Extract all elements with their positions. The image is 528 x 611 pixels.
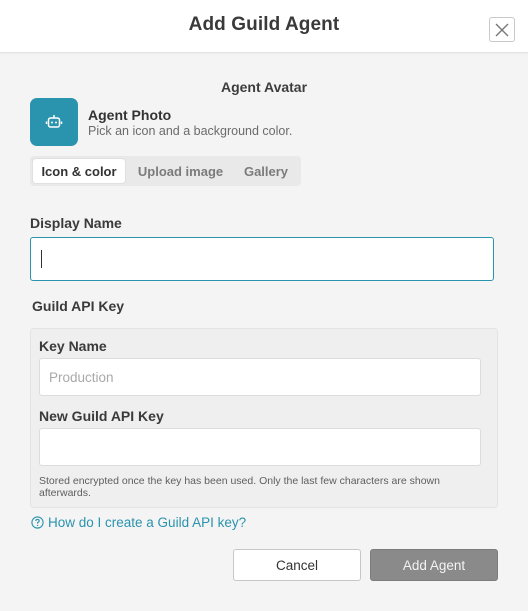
tab-upload-image[interactable]: Upload image xyxy=(131,159,230,183)
cancel-button[interactable]: Cancel xyxy=(233,549,361,581)
display-name-label: Display Name xyxy=(30,215,122,231)
avatar-preview xyxy=(30,98,78,146)
key-storage-note: Stored encrypted once the key has been u… xyxy=(39,475,440,499)
help-link-text: How do I create a Guild API key? xyxy=(48,515,247,530)
key-name-input[interactable] xyxy=(39,358,481,396)
help-link[interactable]: How do I create a Guild API key? xyxy=(31,515,246,530)
new-key-input[interactable] xyxy=(39,428,481,466)
agent-photo-subtitle: Pick an icon and a background color. xyxy=(88,124,293,138)
tab-gallery[interactable]: Gallery xyxy=(236,159,296,183)
key-name-label: Key Name xyxy=(39,338,107,354)
robot-icon xyxy=(45,115,63,128)
avatar-section-heading: Agent Avatar xyxy=(220,79,308,95)
avatar-tabs: Icon & color Upload image Gallery xyxy=(30,156,301,186)
close-button[interactable] xyxy=(489,17,515,42)
display-name-input[interactable] xyxy=(30,237,494,281)
question-circle-icon xyxy=(31,516,44,529)
modal-title: Add Guild Agent xyxy=(188,14,340,35)
text-caret xyxy=(41,250,42,268)
add-agent-button[interactable]: Add Agent xyxy=(370,549,498,581)
agent-photo-title: Agent Photo xyxy=(88,107,172,123)
tab-icon-color[interactable]: Icon & color xyxy=(33,159,125,183)
api-key-section-label: Guild API Key xyxy=(32,298,125,314)
modal-header: Add Guild Agent xyxy=(0,0,528,53)
new-key-label: New Guild API Key xyxy=(39,408,164,424)
close-icon xyxy=(495,23,509,36)
